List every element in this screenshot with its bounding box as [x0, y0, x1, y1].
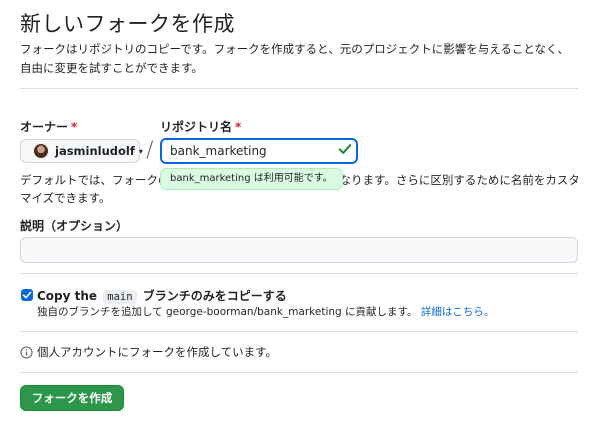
copy-main-checkbox[interactable] [21, 289, 33, 301]
divider [20, 273, 578, 274]
check-icon [338, 144, 352, 154]
description-input[interactable] [20, 237, 578, 263]
divider [20, 372, 578, 373]
branch-code: main [103, 290, 137, 304]
repo-name-label: リポジトリ名 * [160, 120, 242, 134]
create-fork-page: 新しいフォークを作成 フォークはリポジトリのコピーです。フォークを作成すると、元… [0, 0, 600, 433]
page-subtitle: フォークはリポジトリのコピーです。フォークを作成すると、元のプロジェクトに影響を… [20, 42, 570, 75]
owner-label: オーナー * [20, 120, 78, 134]
create-fork-button[interactable]: フォークを作成 [20, 385, 124, 411]
repo-name-input[interactable] [160, 138, 358, 164]
owner-name: jasminludolf [55, 144, 135, 158]
description-label: 説明（オプション） [20, 219, 129, 233]
chevron-down-icon: ▾ [138, 146, 143, 156]
info-message: 個人アカウントにフォークを作成しています。 [20, 344, 277, 360]
required-mark: * [71, 120, 78, 134]
owner-select-button[interactable]: jasminludolf ▾ [20, 139, 143, 163]
copy-main-description: 独自のブランチを追加して george-boorman/bank_marketi… [37, 306, 495, 318]
divider [20, 88, 578, 89]
page-title: 新しいフォークを作成 [20, 12, 235, 36]
owner-repo-separator: / [146, 138, 154, 163]
divider [20, 331, 578, 332]
copy-main-label[interactable]: Copy the main ブランチのみをコピーする [37, 287, 287, 304]
required-mark: * [235, 120, 242, 134]
info-icon [20, 345, 33, 359]
checkmark-icon [22, 291, 32, 299]
availability-tooltip: bank_marketing は利用可能です。 [160, 168, 343, 190]
learn-more-link[interactable]: 詳細はこちら。 [421, 306, 495, 318]
avatar [33, 143, 49, 159]
